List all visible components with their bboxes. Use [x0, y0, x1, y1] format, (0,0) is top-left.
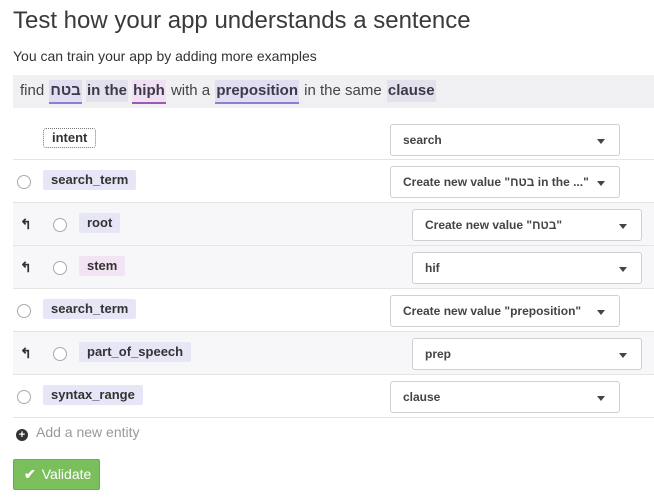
- caret-down-icon: [597, 396, 605, 401]
- row-radio[interactable]: [17, 390, 31, 404]
- sentence-word: in the same: [304, 82, 382, 99]
- sentence-entity[interactable]: hiph: [132, 80, 166, 104]
- caret-down-icon: [597, 310, 605, 315]
- sentence-word: find: [20, 82, 45, 99]
- table-row: search_term Create new value "prepositio…: [13, 289, 654, 332]
- sentence-entity[interactable]: preposition: [215, 80, 299, 104]
- row-radio[interactable]: [17, 175, 31, 189]
- check-icon: ✔: [24, 466, 36, 482]
- subdirectory-arrow-icon: ↰: [20, 216, 32, 232]
- sentence-entity[interactable]: בטח: [49, 80, 82, 104]
- table-row: ↰ root Create new value "בטח": [13, 203, 654, 246]
- entity-value-select[interactable]: hif: [412, 252, 642, 284]
- row-radio[interactable]: [17, 304, 31, 318]
- table-row: syntax_range clause: [13, 375, 654, 418]
- select-value: prep: [425, 347, 452, 361]
- entity-value-select[interactable]: prep: [412, 338, 642, 370]
- entity-value-select[interactable]: Create new value "preposition": [390, 295, 620, 327]
- intent-tag[interactable]: intent: [43, 128, 97, 148]
- entity-tag[interactable]: search_term: [43, 170, 137, 190]
- validate-button[interactable]: ✔ Validate: [13, 459, 100, 490]
- caret-down-icon: [619, 267, 627, 272]
- table-row: search_term Create new value "בטח in the…: [13, 160, 654, 203]
- table-row: ↰ stem hif: [13, 246, 654, 289]
- caret-down-icon: [597, 181, 605, 186]
- subdirectory-arrow-icon: ↰: [20, 345, 32, 361]
- table-row: intent search: [13, 118, 654, 160]
- page-subtitle: You can train your app by adding more ex…: [13, 48, 317, 64]
- add-entity-button[interactable]: + Add a new entity: [16, 424, 140, 441]
- plus-circle-icon: +: [16, 429, 28, 441]
- sentence-preview: find בטח in the hiph with a preposition …: [13, 75, 654, 108]
- entity-value-select[interactable]: Create new value "בטח in the ...": [390, 166, 620, 198]
- sentence-entity[interactable]: in the: [85, 80, 128, 102]
- row-radio[interactable]: [53, 347, 67, 361]
- entity-table: intent search search_term Create new val…: [13, 118, 654, 418]
- entity-value-select[interactable]: Create new value "בטח": [412, 209, 642, 241]
- select-value: hif: [425, 261, 440, 275]
- entity-tag[interactable]: syntax_range: [43, 385, 143, 405]
- entity-tag[interactable]: part_of_speech: [79, 342, 192, 362]
- entity-value-select[interactable]: clause: [390, 381, 620, 413]
- entity-tag[interactable]: search_term: [43, 299, 137, 319]
- caret-down-icon: [597, 139, 605, 144]
- caret-down-icon: [619, 224, 627, 229]
- sentence-word: with a: [170, 82, 211, 99]
- select-value: clause: [403, 390, 441, 404]
- table-row: ↰ part_of_speech prep: [13, 332, 654, 375]
- row-radio[interactable]: [53, 218, 67, 232]
- select-value: Create new value "בטח in the ...": [403, 175, 589, 189]
- select-value: search: [403, 133, 442, 147]
- caret-down-icon: [619, 353, 627, 358]
- intent-select[interactable]: search: [390, 124, 620, 156]
- entity-tag[interactable]: stem: [79, 256, 126, 276]
- sentence-entity[interactable]: clause: [386, 80, 436, 102]
- page-title: Test how your app understands a sentence: [13, 7, 471, 34]
- validate-label: Validate: [41, 466, 92, 482]
- select-value: Create new value "preposition": [403, 304, 582, 318]
- add-entity-label: Add a new entity: [36, 424, 140, 440]
- entity-tag[interactable]: root: [79, 213, 121, 233]
- select-value: Create new value "בטח": [425, 218, 563, 232]
- row-radio[interactable]: [53, 261, 67, 275]
- subdirectory-arrow-icon: ↰: [20, 259, 32, 275]
